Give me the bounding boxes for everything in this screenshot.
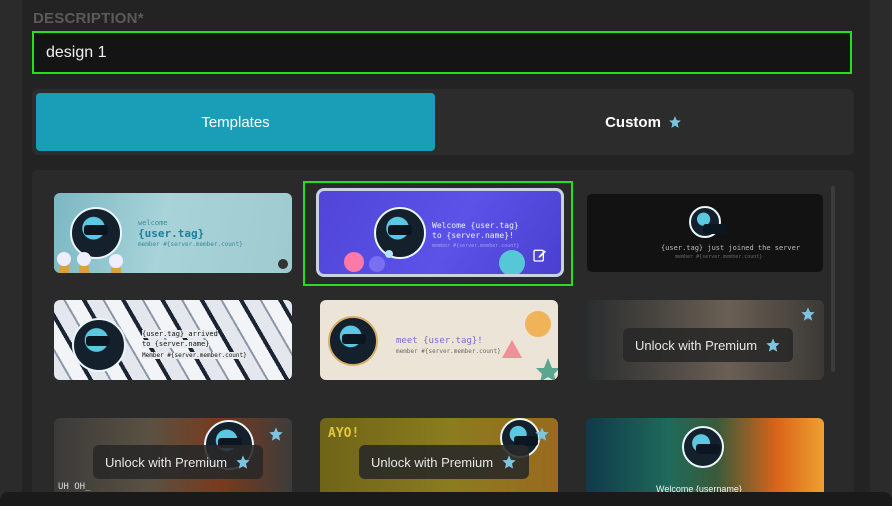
card-line-1: {user.tag} just joined the server	[661, 244, 801, 252]
robot-mascots-icon	[57, 252, 123, 273]
tab-templates[interactable]: Templates	[36, 93, 435, 151]
avatar	[689, 206, 727, 238]
card-caption: UH OH_	[58, 482, 91, 492]
premium-overlay[interactable]: Unlock with Premium	[93, 445, 264, 479]
bottom-bar	[0, 492, 892, 506]
premium-overlay[interactable]: Unlock with Premium	[623, 328, 794, 362]
template-card-2[interactable]: Welcome {user.tag} to {server.name}! mem…	[316, 188, 564, 277]
tab-custom[interactable]: Custom	[437, 93, 850, 151]
star-icon	[502, 455, 516, 469]
premium-star-icon	[535, 427, 549, 441]
shapes-decoration-icon	[502, 311, 558, 380]
premium-label: Unlock with Premium	[371, 454, 494, 470]
card-line-3: member #{server.member.count}	[138, 241, 243, 248]
template-tabs: Templates Custom	[32, 89, 854, 155]
premium-star-icon	[801, 307, 815, 321]
grid-scrollbar[interactable]	[831, 186, 835, 372]
star-icon	[236, 455, 250, 469]
mascot-decoration-icon	[499, 250, 525, 274]
mascot-decoration-icon	[344, 250, 393, 272]
avatar	[682, 426, 724, 468]
template-card-4[interactable]: {user.tag} arrived to {server.name} Memb…	[54, 300, 292, 380]
template-card-3[interactable]: {user.tag} just joined the server member…	[586, 193, 824, 273]
premium-star-icon	[269, 427, 283, 441]
avatar	[328, 316, 378, 366]
star-icon	[669, 116, 681, 128]
template-card-6[interactable]: Unlock with Premium	[586, 300, 824, 380]
avatar	[72, 318, 126, 372]
star-icon	[766, 338, 780, 352]
template-card-5[interactable]: meet {user.tag}! member #{server.member.…	[320, 300, 558, 380]
premium-label: Unlock with Premium	[635, 337, 758, 353]
description-input[interactable]: design 1	[32, 31, 852, 74]
tab-custom-label: Custom	[605, 113, 661, 131]
card-line-1: {user.tag} arrived	[142, 330, 218, 338]
card-caption: AYO!	[328, 426, 360, 441]
description-label: DESCRIPTION*	[33, 10, 144, 27]
tab-templates-label: Templates	[201, 113, 270, 131]
card-line-2: {user.tag}	[138, 227, 205, 240]
card-line-3: Member #{server.member.count}	[142, 352, 247, 359]
card-line-1: welcome	[138, 219, 168, 227]
card-line-2: member #{server.member.count}	[675, 254, 763, 260]
premium-label: Unlock with Premium	[105, 454, 228, 470]
edit-icon[interactable]	[532, 247, 548, 263]
card-line-2: to {server.name}	[142, 340, 210, 348]
discord-badge-icon	[278, 259, 288, 269]
template-card-1[interactable]: welcome {user.tag} member #{server.membe…	[54, 193, 292, 273]
card-line-1: Welcome {user.tag}	[432, 221, 519, 230]
premium-overlay[interactable]: Unlock with Premium	[359, 445, 530, 479]
